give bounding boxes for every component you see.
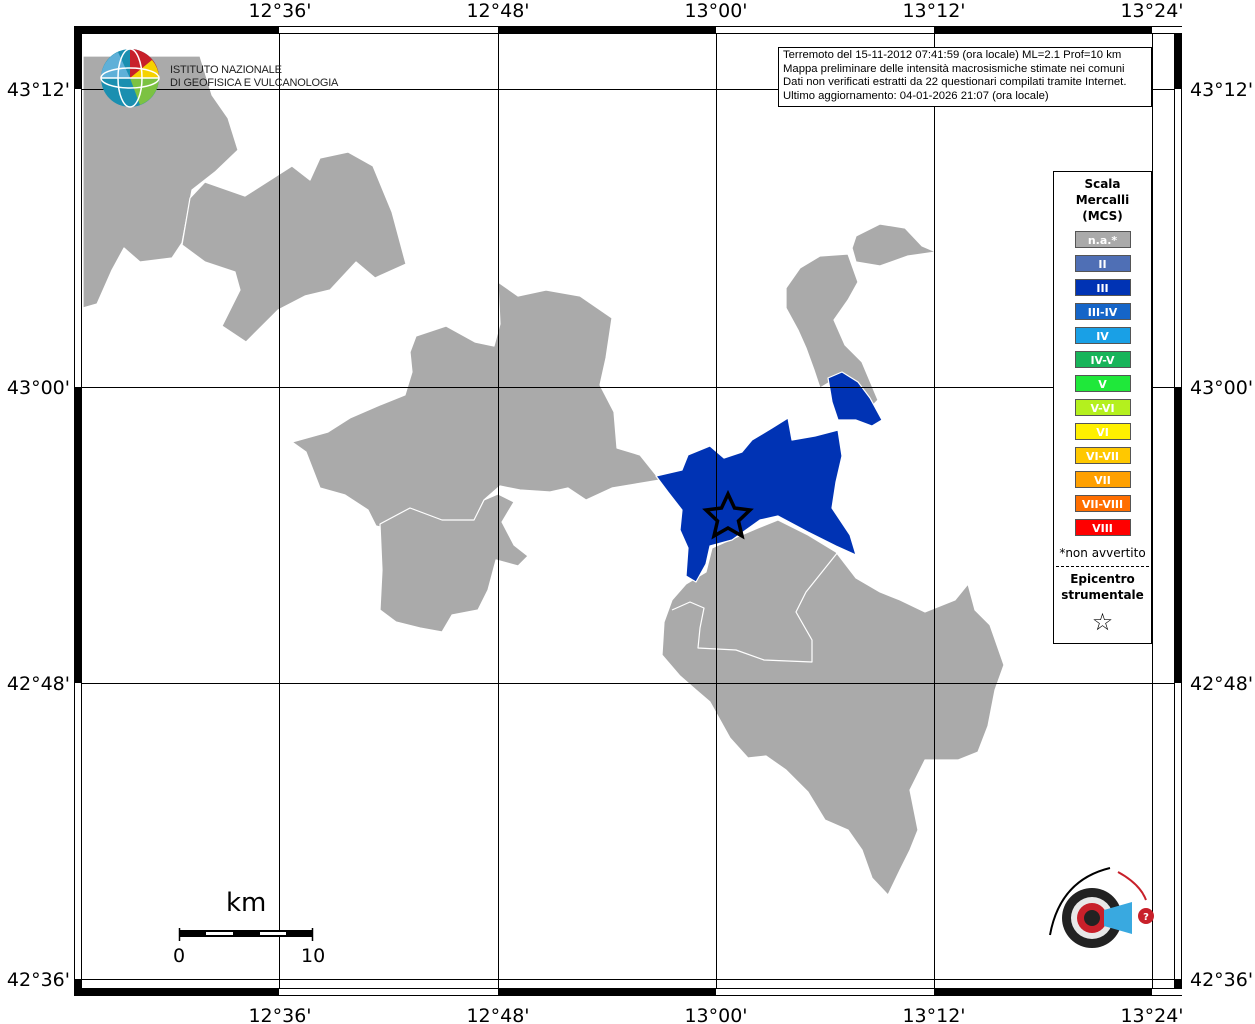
ingv-logo-line1: ISTITUTO NAZIONALE xyxy=(170,64,282,76)
map-frame xyxy=(74,26,1182,996)
lon-label: 12°48' xyxy=(466,0,529,22)
event-info-line: Ultimo aggiornamento: 04-01-2026 21:07 (… xyxy=(783,89,1049,102)
lon-label: 13°24' xyxy=(1120,0,1183,22)
ingv-logo-line2: DI GEOFISICA E VULCANOLOGIA xyxy=(170,77,339,89)
legend-separator xyxy=(1056,566,1149,567)
lat-label: 43°12' xyxy=(7,79,70,101)
longitude-labels-bottom: 12°36' 12°48' 13°00' 13°12' 13°24' xyxy=(248,1005,1183,1024)
legend-epicenter-title: Epicentro strumentale xyxy=(1061,572,1144,602)
latitude-labels-right: 43°12' 43°00' 42°48' 42°36' xyxy=(1190,79,1253,991)
lat-label: 42°48' xyxy=(7,673,70,695)
legend-item: VIII xyxy=(1074,519,1131,536)
lon-label: 13°24' xyxy=(1120,1005,1183,1024)
event-info-line: Terremoto del 15-11-2012 07:41:59 (ora l… xyxy=(783,49,1122,61)
legend-item: V xyxy=(1074,375,1131,392)
lon-label: 12°36' xyxy=(248,0,311,22)
legend-item: VI xyxy=(1074,423,1131,440)
ingv-logo-text: ISTITUTO NAZIONALE DI GEOFISICA E VULCAN… xyxy=(170,64,338,90)
scale-bar-start: 0 xyxy=(173,945,186,967)
legend-note: *non avvertito xyxy=(1059,546,1146,560)
legend-item: V-VI xyxy=(1074,399,1131,416)
legend-item: IV xyxy=(1074,327,1131,344)
mcs-legend: Scala Mercalli (MCS) n.a.* II III III-IV IV I… xyxy=(1053,171,1152,644)
lat-label: 43°00' xyxy=(7,377,70,399)
legend-star-icon: ☆ xyxy=(1091,608,1114,636)
lat-label: 43°12' xyxy=(1190,79,1253,101)
legend-item: VII-VIII xyxy=(1074,495,1131,512)
event-info-box: Terremoto del 15-11-2012 07:41:59 (ora l… xyxy=(778,47,1152,107)
svg-text:?: ? xyxy=(1143,912,1149,923)
lat-label: 43°00' xyxy=(1190,377,1253,399)
lon-label: 13°12' xyxy=(902,0,965,22)
longitude-labels-top: 12°36' 12°48' 13°00' 13°12' 13°24' xyxy=(248,0,1183,22)
ingv-globe-logo-icon xyxy=(100,48,160,108)
lon-label: 13°00' xyxy=(684,1005,747,1024)
legend-item: IV-V xyxy=(1074,351,1131,368)
lat-label: 42°48' xyxy=(1190,673,1253,695)
event-info-line: Dati non verificati estratti da 22 quest… xyxy=(783,76,1127,88)
scale-bar-end: 10 xyxy=(301,945,326,967)
latitude-labels-left: 43°12' 43°00' 42°48' 42°36' xyxy=(7,79,70,991)
legend-item: II xyxy=(1074,255,1131,272)
legend-item: VII xyxy=(1074,471,1131,488)
legend-item: VI-VII xyxy=(1074,447,1131,464)
lon-label: 13°00' xyxy=(684,0,747,22)
legend-item: III-IV xyxy=(1074,303,1131,320)
lon-label: 13°12' xyxy=(902,1005,965,1024)
lat-label: 42°36' xyxy=(1190,969,1253,991)
legend-item: n.a.* xyxy=(1074,231,1131,248)
lon-label: 12°36' xyxy=(248,1005,311,1024)
lon-label: 12°48' xyxy=(466,1005,529,1024)
legend-item: III xyxy=(1074,279,1131,296)
legend-title: Scala Mercalli (MCS) xyxy=(1075,177,1130,223)
lat-label: 42°36' xyxy=(7,969,70,991)
legend-items: n.a.* II III III-IV IV IV-V V V-VI VI VI-VII VII VI… xyxy=(1054,231,1151,536)
scale-bar-title: km xyxy=(226,888,267,918)
event-info-line: Mappa preliminare delle intensità macros… xyxy=(783,62,1125,75)
